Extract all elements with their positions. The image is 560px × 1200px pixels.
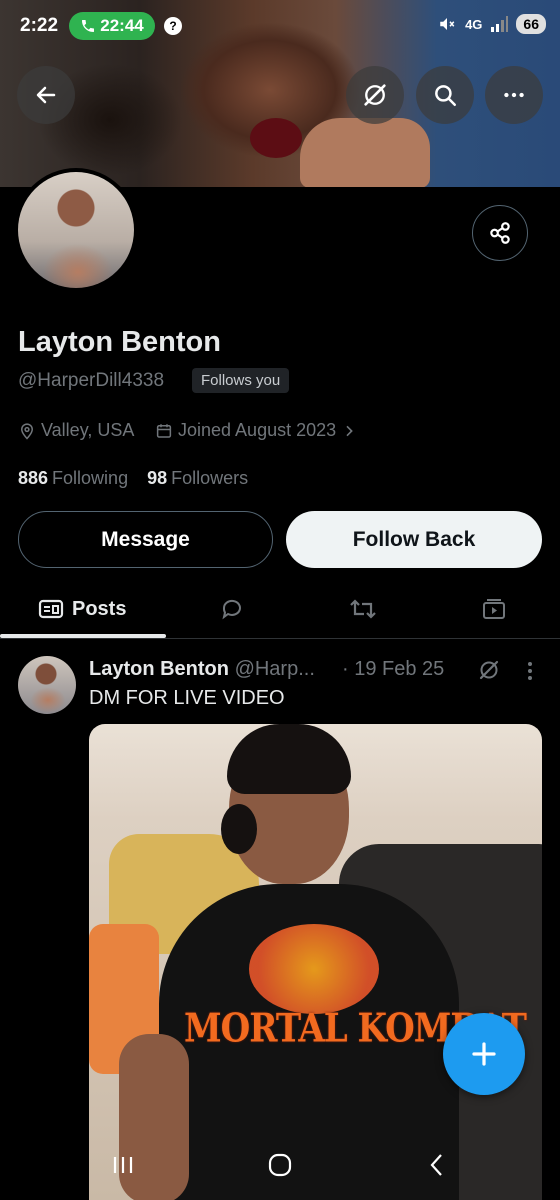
followers-label: Followers bbox=[171, 468, 249, 488]
phone-icon bbox=[82, 20, 95, 32]
post-header: Layton Benton @Harp... bbox=[89, 658, 315, 681]
post-author-avatar[interactable] bbox=[18, 656, 76, 714]
post-grok-button[interactable] bbox=[477, 658, 501, 687]
profile-joined[interactable]: Joined August 2023 bbox=[155, 420, 357, 441]
search-icon bbox=[435, 85, 456, 106]
battery-level: 66 bbox=[516, 14, 546, 34]
tab-posts[interactable]: Posts bbox=[38, 580, 126, 638]
following-link[interactable]: 886 Following bbox=[18, 468, 128, 488]
home-icon bbox=[268, 1153, 292, 1177]
status-time: 2:22 bbox=[20, 15, 59, 36]
joined-text: Joined August 2023 bbox=[178, 420, 337, 440]
grok-icon bbox=[364, 84, 386, 106]
follows-you-badge: Follows you bbox=[192, 368, 290, 393]
profile-handle: @HarperDill4338 bbox=[18, 370, 165, 391]
replies-icon bbox=[222, 599, 241, 620]
back-nav-button[interactable] bbox=[417, 1148, 457, 1182]
post-text: DM FOR LIVE VIDEO bbox=[89, 687, 285, 709]
media-icon bbox=[483, 599, 505, 619]
grok-button[interactable] bbox=[346, 66, 404, 124]
post-author-name[interactable]: Layton Benton bbox=[89, 658, 229, 680]
share-icon bbox=[490, 222, 510, 244]
recent-apps-button[interactable] bbox=[103, 1148, 143, 1182]
status-bar: 2:22 22:44 ? 4G 66 bbox=[0, 0, 560, 56]
image-logo bbox=[249, 924, 379, 1014]
banner-photo-detail bbox=[300, 118, 430, 187]
reposts-icon bbox=[350, 599, 376, 619]
more-button[interactable] bbox=[485, 66, 543, 124]
location-text: Valley, USA bbox=[41, 420, 135, 440]
plus-icon bbox=[472, 1042, 496, 1066]
call-duration: 22:44 bbox=[100, 16, 144, 35]
tab-reposts[interactable] bbox=[349, 580, 377, 638]
more-vertical-icon bbox=[528, 662, 532, 680]
followers-count: 98 bbox=[147, 468, 168, 488]
help-icon: ? bbox=[164, 17, 182, 35]
following-count: 886 bbox=[18, 468, 49, 488]
arrow-left-icon bbox=[36, 86, 56, 104]
message-button[interactable]: Message bbox=[18, 511, 273, 568]
post-date[interactable]: · 19 Feb 25 bbox=[342, 658, 444, 681]
profile-name: Layton Benton bbox=[18, 326, 221, 358]
profile-counts: 886 Following 98 Followers bbox=[18, 468, 248, 489]
location-pin-icon bbox=[20, 422, 34, 440]
post-image[interactable]: MORTAL KOMBAT bbox=[89, 724, 542, 1200]
profile-avatar-frame[interactable] bbox=[14, 168, 138, 292]
compose-button[interactable] bbox=[443, 1013, 525, 1095]
mute-icon bbox=[440, 18, 455, 30]
signal-icon bbox=[491, 16, 509, 32]
active-tab-indicator bbox=[0, 634, 166, 638]
tab-posts-label: Posts bbox=[72, 597, 127, 620]
share-profile-button[interactable] bbox=[472, 205, 528, 261]
back-button[interactable] bbox=[17, 66, 75, 124]
profile-location: Valley, USA bbox=[18, 420, 134, 441]
tab-replies[interactable] bbox=[219, 580, 245, 638]
profile-avatar[interactable] bbox=[18, 172, 134, 288]
back-nav-icon bbox=[430, 1154, 442, 1176]
system-nav-bar bbox=[0, 1130, 560, 1200]
tab-media[interactable] bbox=[481, 580, 507, 638]
image-detail bbox=[221, 804, 257, 854]
image-detail bbox=[227, 724, 351, 794]
status-indicators: 4G 66 bbox=[437, 14, 546, 34]
search-button[interactable] bbox=[416, 66, 474, 124]
posts-icon bbox=[38, 599, 64, 619]
more-horizontal-icon bbox=[504, 92, 524, 98]
calendar-icon bbox=[156, 423, 172, 438]
chevron-right-icon bbox=[346, 425, 353, 436]
banner-photo-detail bbox=[250, 118, 302, 158]
followers-link[interactable]: 98 Followers bbox=[147, 468, 248, 488]
post-author-handle[interactable]: @Harp... bbox=[235, 658, 315, 680]
home-button[interactable] bbox=[260, 1148, 300, 1182]
post-more-button[interactable] bbox=[520, 659, 540, 688]
recent-apps-icon bbox=[113, 1157, 133, 1173]
grok-icon bbox=[479, 660, 499, 680]
profile-tabs: Posts bbox=[0, 580, 560, 639]
network-type: 4G bbox=[465, 16, 483, 32]
following-label: Following bbox=[52, 468, 129, 488]
ongoing-call-chip[interactable]: 22:44 bbox=[69, 12, 155, 40]
follow-back-button[interactable]: Follow Back bbox=[286, 511, 542, 568]
